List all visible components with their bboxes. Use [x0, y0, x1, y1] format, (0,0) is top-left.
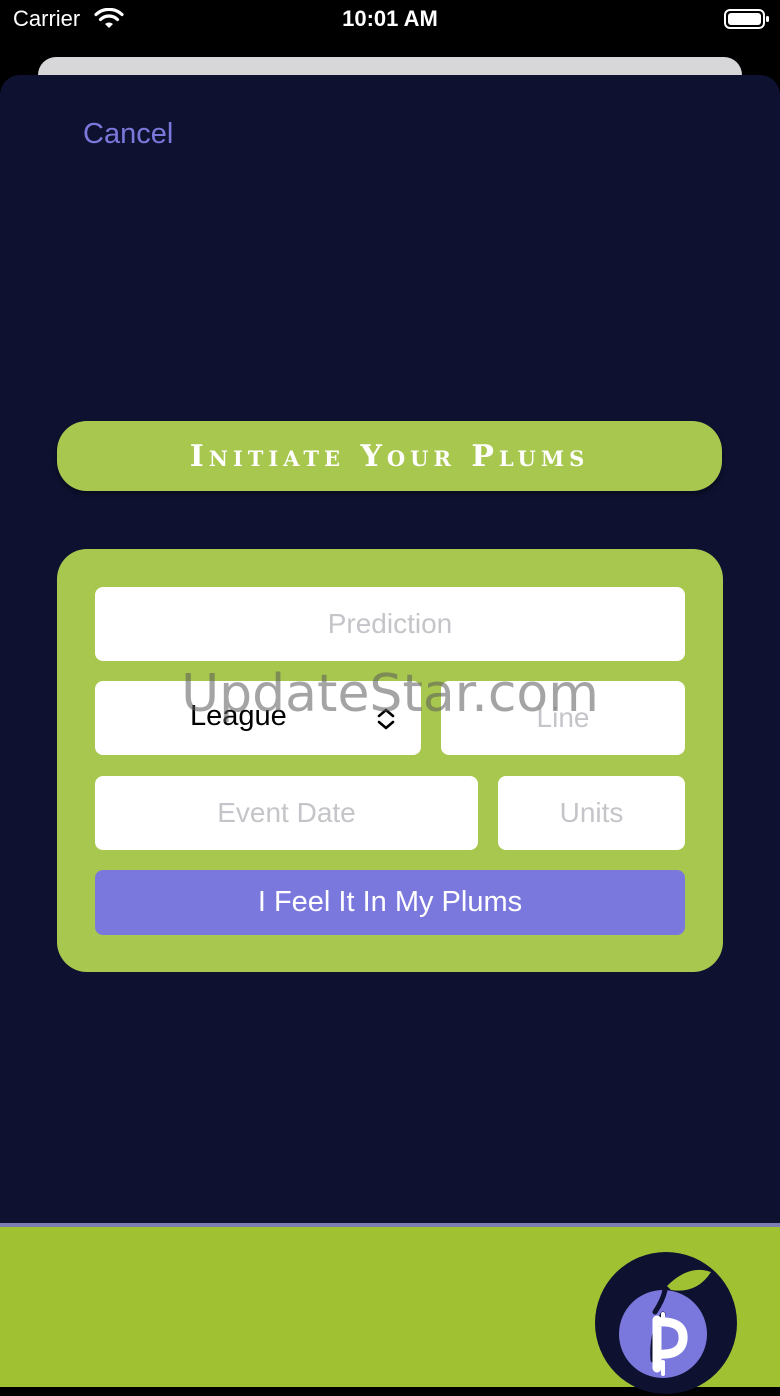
title-banner: Initiate Your Plums: [57, 421, 722, 491]
status-time: 10:01 AM: [342, 6, 438, 31]
plum-logo: [595, 1252, 737, 1394]
event-date-input[interactable]: Event Date: [95, 776, 478, 850]
chevron-updown-icon: [377, 708, 395, 730]
page-title: Initiate Your Plums: [189, 438, 590, 474]
league-select-value: League: [190, 700, 287, 732]
status-bar: Carrier 10:01 AM: [0, 0, 780, 40]
submit-prediction-button[interactable]: I Feel It In My Plums: [95, 870, 685, 935]
league-select[interactable]: League: [95, 681, 421, 755]
cancel-button[interactable]: Cancel: [83, 118, 173, 151]
battery-icon: [724, 9, 769, 29]
prediction-input[interactable]: Prediction: [95, 587, 685, 661]
line-input[interactable]: Line: [441, 681, 685, 755]
units-input[interactable]: Units: [498, 776, 685, 850]
